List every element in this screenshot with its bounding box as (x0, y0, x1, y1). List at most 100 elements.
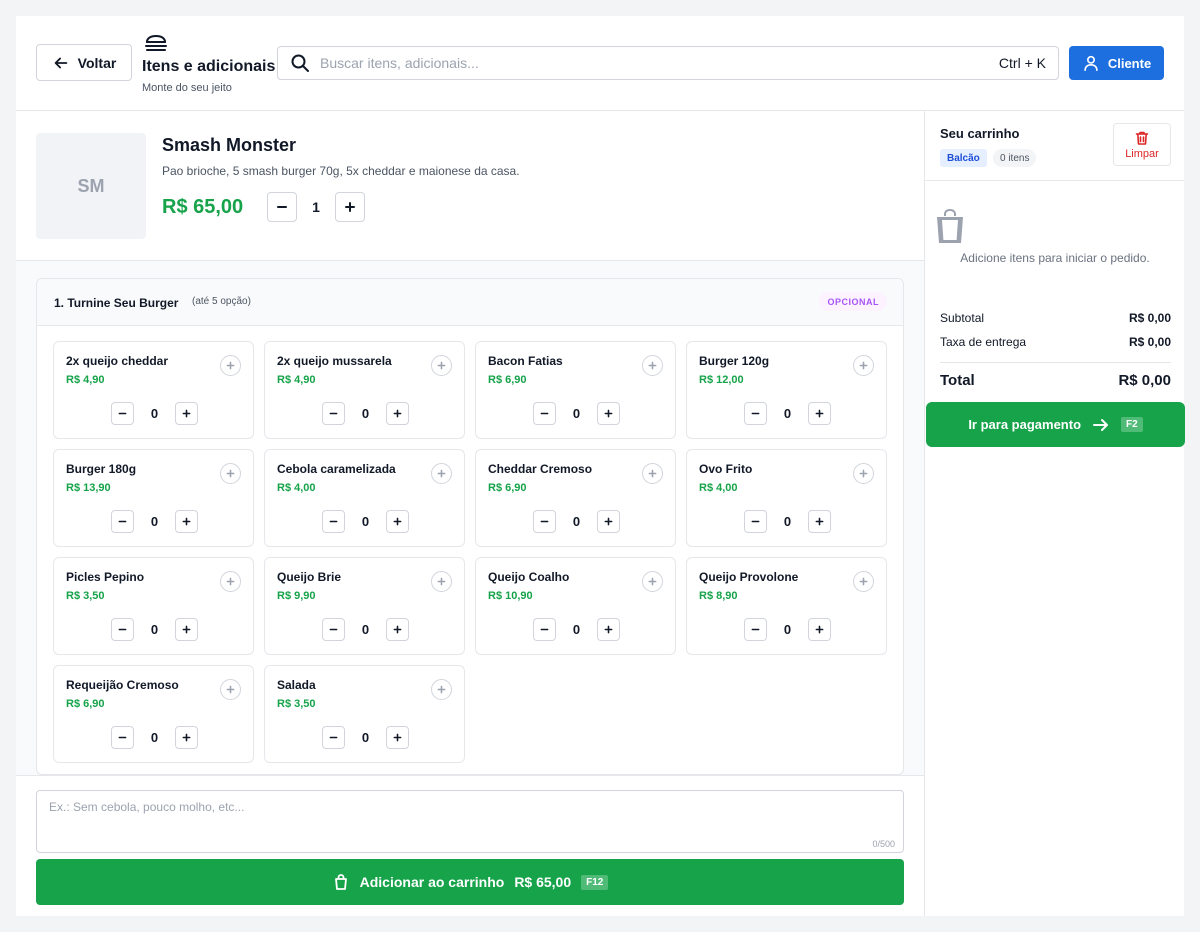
add-to-cart-button[interactable]: Adicionar ao carrinho R$ 65,00 F12 (36, 859, 904, 905)
plus-icon (393, 409, 402, 418)
addon-increase-button[interactable] (386, 726, 409, 749)
addon-add-button[interactable] (220, 571, 241, 592)
plus-icon (182, 733, 191, 742)
addon-quantity-stepper: 0 (322, 510, 409, 533)
addon-add-button[interactable] (220, 355, 241, 376)
addon-add-button[interactable] (853, 355, 874, 376)
addon-name: Cebola caramelizada (277, 462, 396, 476)
addon-decrease-button[interactable] (111, 726, 134, 749)
addon-price: R$ 6,90 (488, 374, 527, 386)
addon-increase-button[interactable] (808, 618, 831, 641)
addon-quantity-value: 0 (572, 514, 581, 529)
addon-add-button[interactable] (431, 355, 452, 376)
addon-increase-button[interactable] (808, 402, 831, 425)
search-input[interactable] (320, 55, 999, 71)
product-price: R$ 65,00 (162, 196, 244, 218)
product-name: Smash Monster (162, 135, 297, 155)
plus-icon (182, 625, 191, 634)
decrease-quantity-button[interactable] (267, 192, 297, 222)
trash-icon (1135, 131, 1149, 145)
minus-icon (751, 520, 760, 523)
addon-add-button[interactable] (853, 463, 874, 484)
addon-group-title: 1. Turnine Seu Burger (54, 296, 179, 310)
addon-decrease-button[interactable] (744, 402, 767, 425)
addon-increase-button[interactable] (386, 402, 409, 425)
minus-icon (540, 520, 549, 523)
addon-add-button[interactable] (642, 571, 663, 592)
addon-card: Bacon Fatias R$ 6,90 0 (475, 341, 676, 439)
minus-icon (751, 412, 760, 415)
addon-quantity-value: 0 (150, 730, 159, 745)
plus-icon (226, 361, 235, 370)
subtotal-value: R$ 0,00 (1128, 311, 1171, 325)
addon-increase-button[interactable] (597, 618, 620, 641)
cart-panel: Seu carrinho Balcão 0 itens Limpar Adici… (924, 111, 1185, 916)
addon-name: 2x queijo cheddar (66, 354, 169, 368)
addon-quantity-value: 0 (572, 622, 581, 637)
addon-name: Ovo Frito (699, 462, 753, 476)
addon-decrease-button[interactable] (111, 618, 134, 641)
addon-price: R$ 4,90 (277, 374, 316, 386)
empty-bag-icon (937, 209, 963, 243)
addon-decrease-button[interactable] (322, 510, 345, 533)
back-button[interactable]: Voltar (36, 44, 132, 81)
plus-icon (815, 409, 824, 418)
addon-add-button[interactable] (220, 679, 241, 700)
addon-increase-button[interactable] (175, 402, 198, 425)
addon-decrease-button[interactable] (533, 510, 556, 533)
addon-card: Picles Pepino R$ 3,50 0 (53, 557, 254, 655)
addon-decrease-button[interactable] (744, 510, 767, 533)
addon-quantity-stepper: 0 (322, 726, 409, 749)
addon-increase-button[interactable] (386, 618, 409, 641)
addon-decrease-button[interactable] (533, 618, 556, 641)
back-button-label: Voltar (77, 54, 117, 71)
addon-add-button[interactable] (431, 463, 452, 484)
addon-decrease-button[interactable] (111, 510, 134, 533)
addon-decrease-button[interactable] (111, 402, 134, 425)
addon-add-button[interactable] (642, 355, 663, 376)
main-panel: SM Smash Monster Pao brioche, 5 smash bu… (16, 111, 924, 916)
notes-textarea[interactable] (37, 791, 903, 852)
addon-increase-button[interactable] (597, 510, 620, 533)
increase-quantity-button[interactable] (335, 192, 365, 222)
cart-items-badge: 0 itens (993, 149, 1037, 167)
addon-price: R$ 6,90 (488, 482, 527, 494)
client-button[interactable]: Cliente (1069, 46, 1164, 80)
minus-icon (118, 520, 127, 523)
addon-decrease-button[interactable] (322, 726, 345, 749)
plus-icon (345, 202, 355, 212)
addon-add-button[interactable] (431, 571, 452, 592)
addon-add-button[interactable] (220, 463, 241, 484)
addon-quantity-value: 0 (361, 514, 370, 529)
addon-increase-button[interactable] (808, 510, 831, 533)
empty-cart-message: Adicione itens para iniciar o pedido. (960, 251, 1150, 265)
addon-add-button[interactable] (431, 679, 452, 700)
addon-group-header: 1. Turnine Seu Burger (até 5 opção) OPCI… (37, 279, 903, 326)
minus-icon (329, 736, 338, 739)
addon-decrease-button[interactable] (322, 402, 345, 425)
addon-increase-button[interactable] (175, 510, 198, 533)
page-subtitle: Monte do seu jeito (142, 82, 232, 94)
total-divider (940, 362, 1171, 363)
addon-quantity-stepper: 0 (533, 402, 620, 425)
addon-increase-button[interactable] (175, 726, 198, 749)
search-box[interactable]: Ctrl + K (277, 46, 1059, 80)
addon-decrease-button[interactable] (744, 618, 767, 641)
addon-add-button[interactable] (642, 463, 663, 484)
addon-increase-button[interactable] (175, 618, 198, 641)
addon-group-limit: (até 5 opção) (192, 296, 251, 307)
addon-decrease-button[interactable] (533, 402, 556, 425)
go-to-payment-button[interactable]: Ir para pagamento F2 (926, 402, 1185, 447)
arrow-right-icon (1093, 418, 1109, 431)
minus-icon (329, 412, 338, 415)
plus-icon (182, 409, 191, 418)
addon-increase-button[interactable] (597, 402, 620, 425)
addon-price: R$ 6,90 (66, 698, 105, 710)
addon-add-button[interactable] (853, 571, 874, 592)
plus-icon (393, 625, 402, 634)
addon-quantity-value: 0 (783, 514, 792, 529)
addon-decrease-button[interactable] (322, 618, 345, 641)
minus-icon (277, 206, 287, 208)
addon-increase-button[interactable] (386, 510, 409, 533)
clear-cart-button[interactable]: Limpar (1113, 123, 1171, 166)
